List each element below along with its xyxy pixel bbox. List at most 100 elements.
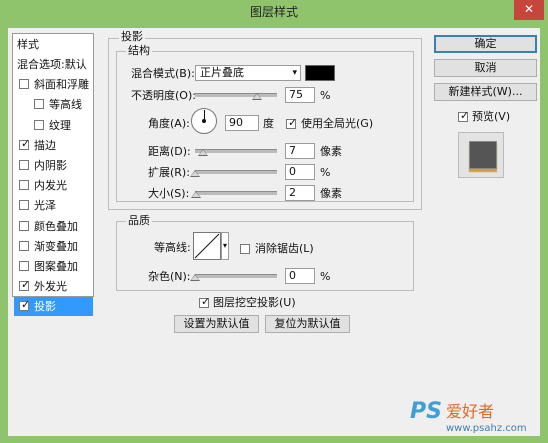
contour-dropdown[interactable]: ▾ — [221, 232, 229, 260]
quality-title: 品质 — [126, 214, 152, 228]
preview-checkbox[interactable]: ✓ — [458, 109, 469, 122]
sidebar-item[interactable]: 内阴影 — [14, 156, 93, 175]
sidebar-item-checkbox[interactable] — [19, 180, 29, 191]
preview-swatch — [469, 141, 497, 169]
sidebar-item[interactable]: 颜色叠加 — [14, 217, 93, 236]
check-icon: ✓ — [21, 136, 31, 150]
blend-mode-select[interactable]: 正片叠底 ▾ — [195, 65, 301, 81]
opacity-input[interactable]: 75 — [285, 87, 315, 103]
size-unit: 像素 — [320, 187, 342, 200]
opacity-unit: % — [320, 89, 331, 102]
sidebar-item-checkbox[interactable] — [34, 119, 44, 130]
sidebar-item[interactable]: ✓ 投影 — [14, 297, 93, 317]
make-default-button[interactable]: 设置为默认值 — [174, 315, 259, 333]
watermark-url: www.psahz.com — [446, 423, 527, 434]
sidebar-item-checkbox[interactable] — [19, 160, 29, 170]
global-light-label: 使用全局光(G) — [301, 117, 374, 130]
sidebar-item[interactable]: 斜面和浮雕 — [14, 75, 93, 94]
contour-label: 等高线: — [154, 241, 191, 254]
spread-slider-thumb[interactable] — [190, 170, 200, 177]
window-title: 图层样式 — [249, 5, 298, 19]
sidebar-item-checkbox[interactable]: ✓ — [19, 136, 31, 150]
preview-label: 预览(V) — [472, 110, 511, 123]
sidebar-item-label: 渐变叠加 — [34, 239, 78, 253]
spread-slider[interactable] — [195, 170, 277, 174]
sidebar-item-label: 等高线 — [49, 98, 82, 112]
chevron-down-icon: ▾ — [292, 68, 297, 78]
angle-dial-center — [202, 119, 206, 123]
styles-list: 样式 混合选项:默认 斜面和浮雕 等高线 纹理 ✓ 描边 内阴影 内发光 光泽 颜色叠加 渐变叠加图… — [12, 33, 94, 317]
distance-label: 距离(D): — [148, 145, 191, 158]
sidebar-item-checkbox[interactable] — [34, 99, 44, 110]
antialias-label: 消除锯齿(L) — [255, 242, 314, 255]
antialias-checkbox[interactable] — [240, 244, 250, 254]
angle-unit: 度 — [263, 117, 274, 130]
sidebar-item-label: 光泽 — [34, 199, 56, 213]
distance-unit: 像素 — [320, 145, 342, 158]
ok-button[interactable]: 确定 — [434, 35, 537, 53]
sidebar-item-label: 内发光 — [34, 179, 67, 193]
noise-slider[interactable] — [195, 274, 277, 278]
new-style-button[interactable]: 新建样式(W)... — [434, 83, 537, 101]
cancel-button[interactable]: 取消 — [434, 59, 537, 77]
blend-mode-label: 混合模式(B): — [131, 67, 195, 80]
spread-input[interactable]: 0 — [285, 164, 315, 180]
distance-input[interactable]: 7 — [285, 143, 315, 159]
distance-slider-thumb[interactable] — [198, 149, 208, 156]
blend-mode-value: 正片叠底 — [200, 66, 244, 79]
global-light-checkbox[interactable]: ✓ — [286, 116, 298, 129]
sidebar-item-checkbox[interactable] — [19, 200, 29, 211]
size-slider[interactable] — [195, 191, 277, 195]
sidebar-item-checkbox[interactable] — [19, 261, 29, 271]
structure-title: 结构 — [126, 44, 152, 58]
close-button[interactable]: ✕ — [514, 0, 544, 20]
sidebar-item-label: 描边 — [34, 138, 56, 152]
sidebar-item-checkbox[interactable] — [19, 79, 29, 90]
style-preview — [458, 132, 504, 178]
knockout-checkbox[interactable]: ✓ — [199, 295, 211, 308]
angle-dial[interactable] — [191, 108, 217, 134]
check-icon: ✓ — [201, 295, 211, 308]
sidebar-item[interactable]: 图案叠加 — [14, 257, 93, 276]
noise-input[interactable]: 0 — [285, 268, 315, 284]
sidebar-item[interactable]: 内发光 — [14, 176, 93, 195]
size-input[interactable]: 2 — [285, 185, 315, 201]
sidebar-item-label: 混合选项:默认 — [17, 58, 87, 71]
reset-default-button[interactable]: 复位为默认值 — [265, 315, 350, 333]
sidebar-item-label: 纹理 — [49, 118, 71, 132]
check-icon: ✓ — [21, 278, 31, 292]
contour-preview[interactable] — [193, 232, 221, 260]
opacity-slider-thumb[interactable] — [251, 93, 262, 100]
sidebar-item[interactable]: ✓ 外发光 — [14, 277, 93, 296]
noise-unit: % — [320, 270, 331, 283]
noise-slider-thumb[interactable] — [190, 274, 200, 281]
size-label: 大小(S): — [148, 187, 190, 200]
sidebar-item[interactable]: 光泽 — [14, 196, 93, 215]
size-slider-thumb[interactable] — [191, 191, 201, 198]
sidebar-item-checkbox[interactable] — [19, 240, 29, 251]
sidebar-item[interactable]: 纹理 — [14, 116, 93, 135]
sidebar-item[interactable]: 渐变叠加 — [14, 237, 93, 256]
sidebar-item[interactable]: ✓ 描边 — [14, 136, 93, 155]
opacity-label: 不透明度(O): — [131, 89, 196, 102]
sidebar-item-checkbox[interactable]: ✓ — [19, 298, 31, 312]
angle-label: 角度(A): — [148, 117, 190, 130]
sidebar-item-label: 颜色叠加 — [34, 219, 78, 233]
sidebar-item-label: 外发光 — [34, 280, 67, 294]
sidebar-item-label: 内阴影 — [34, 159, 67, 172]
check-icon: ✓ — [21, 298, 31, 312]
sidebar-item-checkbox[interactable] — [19, 220, 29, 231]
angle-input[interactable]: 90 — [225, 115, 259, 131]
sidebar-item-checkbox[interactable]: ✓ — [19, 278, 31, 292]
spread-unit: % — [320, 166, 331, 179]
sidebar-item[interactable]: 混合选项:默认 — [14, 55, 93, 74]
shadow-color-swatch[interactable] — [305, 65, 335, 81]
opacity-slider[interactable] — [195, 93, 277, 97]
noise-label: 杂色(N): — [148, 270, 191, 283]
styles-header: 样式 — [17, 38, 39, 51]
check-icon: ✓ — [288, 116, 298, 129]
watermark-brand: PS — [410, 399, 442, 424]
sidebar-item-label: 投影 — [34, 300, 56, 314]
sidebar-item[interactable]: 等高线 — [14, 95, 93, 114]
sidebar-item-label: 斜面和浮雕 — [34, 78, 89, 92]
